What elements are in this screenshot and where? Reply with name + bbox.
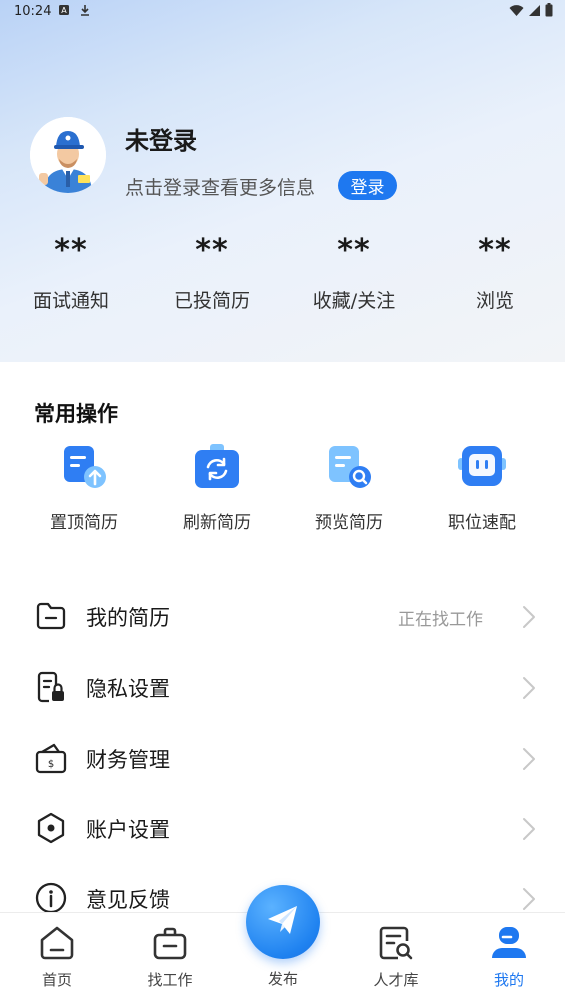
chevron-right-icon — [521, 604, 537, 630]
refresh-resume-icon — [191, 442, 243, 494]
menu-item-finance[interactable]: $ 财务管理 — [0, 724, 565, 794]
download-icon — [79, 4, 91, 20]
chevron-right-icon — [521, 886, 537, 912]
home-icon — [37, 923, 77, 963]
chevron-right-icon — [521, 675, 537, 701]
tab-talent-pool[interactable]: 人才库 — [346, 913, 446, 990]
menu-item-label: 账户设置 — [86, 818, 170, 842]
stat-interview[interactable]: ** 面试通知 — [11, 228, 131, 313]
svg-text:$: $ — [48, 759, 54, 770]
status-bar: 10:24 A — [0, 0, 565, 24]
stat-label: 已投简历 — [173, 290, 250, 312]
quick-action-label: 置顶简历 — [50, 513, 118, 533]
tab-label: 首页 — [41, 971, 72, 989]
quick-action-top-resume[interactable]: 置顶简历 — [29, 442, 139, 533]
chevron-right-icon — [521, 816, 537, 842]
talent-search-icon — [376, 923, 416, 963]
quick-actions-title: 常用操作 — [34, 402, 118, 426]
status-time: 10:24 — [14, 4, 52, 19]
stat-value: ** — [195, 233, 229, 268]
briefcase-icon — [150, 923, 190, 963]
quick-action-label: 刷新简历 — [183, 513, 251, 533]
tab-mine[interactable]: 我的 — [459, 913, 559, 990]
wifi-icon — [509, 4, 524, 21]
stat-label: 收藏/关注 — [312, 290, 396, 312]
tab-label: 人才库 — [373, 971, 419, 989]
hexagon-settings-icon — [34, 811, 68, 845]
tab-label[interactable]: 发布 — [246, 968, 320, 989]
menu-item-label: 意见反馈 — [86, 888, 170, 912]
signal-icon — [528, 4, 541, 21]
menu-item-label: 隐私设置 — [86, 677, 170, 701]
login-button[interactable]: 登录 — [338, 171, 397, 200]
quick-action-job-match[interactable]: 职位速配 — [427, 442, 537, 533]
menu-item-label: 财务管理 — [86, 748, 170, 772]
privacy-lock-icon — [34, 670, 68, 704]
stat-views[interactable]: ** 浏览 — [435, 228, 555, 313]
stat-value: ** — [337, 233, 371, 268]
chevron-right-icon — [521, 746, 537, 772]
quick-action-label: 职位速配 — [448, 513, 516, 533]
quick-action-label: 预览简历 — [315, 513, 383, 533]
job-status-text: 正在找工作 — [398, 610, 483, 630]
stat-value: ** — [478, 233, 512, 268]
profile-icon — [489, 923, 529, 963]
avatar[interactable] — [30, 117, 106, 193]
info-icon — [34, 881, 68, 915]
menu-item-privacy[interactable]: 隐私设置 — [0, 653, 565, 723]
menu-item-my-resume[interactable]: 我的简历 正在找工作 — [0, 582, 565, 652]
wallet-icon: $ — [34, 741, 68, 775]
login-hint[interactable]: 点击登录查看更多信息 — [125, 173, 315, 200]
username[interactable]: 未登录 — [125, 121, 197, 156]
stat-applied[interactable]: ** 已投简历 — [152, 228, 272, 313]
paper-plane-icon — [264, 901, 302, 943]
svg-text:A: A — [61, 6, 67, 15]
resume-top-icon — [58, 442, 110, 494]
battery-icon — [545, 3, 553, 21]
preview-resume-icon — [323, 442, 375, 494]
stat-value: ** — [54, 233, 88, 268]
quick-action-refresh-resume[interactable]: 刷新简历 — [162, 442, 272, 533]
menu-item-account-settings[interactable]: 账户设置 — [0, 794, 565, 864]
quick-action-preview-resume[interactable]: 预览简历 — [294, 442, 404, 533]
notification-icon: A — [58, 4, 70, 19]
folder-icon — [34, 599, 68, 633]
publish-button[interactable] — [246, 885, 320, 959]
menu-item-label: 我的简历 — [86, 606, 170, 630]
job-match-icon — [456, 442, 508, 494]
stat-label: 面试通知 — [32, 290, 109, 312]
tab-find-job[interactable]: 找工作 — [120, 913, 220, 990]
tab-home[interactable]: 首页 — [7, 913, 107, 990]
stat-favorites[interactable]: ** 收藏/关注 — [294, 228, 414, 313]
tab-label: 找工作 — [147, 971, 193, 989]
tab-label: 我的 — [493, 971, 524, 989]
stat-label: 浏览 — [475, 290, 514, 312]
